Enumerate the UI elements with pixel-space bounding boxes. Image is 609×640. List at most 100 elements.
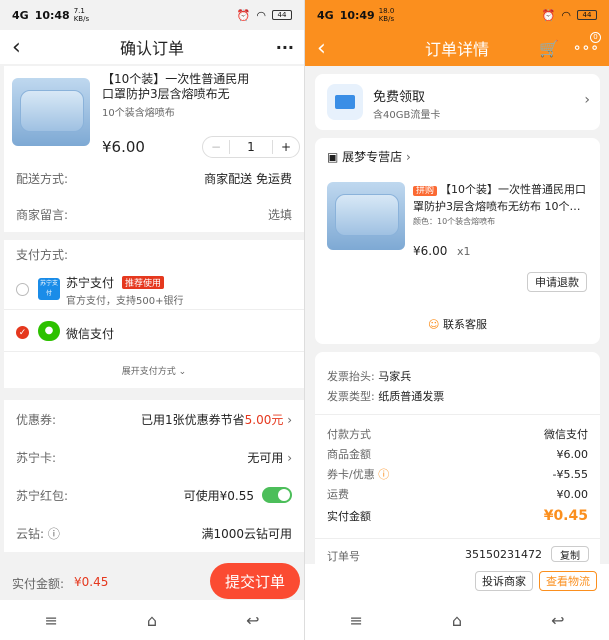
product-title-block[interactable]: 拼购 【10个装】一次性普通民用口罩防护3层含熔喷布无纺布 10个…	[413, 182, 589, 215]
menu-icon[interactable]: ≡	[350, 611, 363, 630]
product-title: 【10个装】一次性普通民用口罩防护3层含熔喷布无纺布 10个…	[413, 183, 587, 213]
signal-icon: 4G	[12, 8, 29, 22]
expand-payment-link[interactable]: 展开支付方式 ⌄	[4, 364, 304, 377]
suning-radio[interactable]	[16, 283, 29, 296]
diamond-label: 云钻:	[16, 526, 45, 541]
product-price: ¥6.00	[413, 244, 448, 258]
status-time: 10:48	[34, 8, 70, 22]
back-nav-icon[interactable]: ↩	[551, 611, 564, 630]
checkout-bar: 实付金额: ¥0.45 提交订单	[0, 560, 304, 604]
refund-button[interactable]: 申请退款	[527, 272, 587, 292]
contact-service-button[interactable]: ☺ 联系客服	[315, 316, 600, 332]
wechat-radio[interactable]: ✓	[16, 326, 29, 339]
right-screen: 4G 10:49 18.0 KB/s ⏰ ◠ 44 ‹ 订单详情 🛒 ∘∘∘ 0 免…	[305, 0, 609, 640]
cart-icon[interactable]: 🛒	[539, 39, 559, 58]
wechat-pay-option[interactable]: ✓ ● 微信支付	[4, 312, 304, 352]
shipping-value: ¥0.00	[556, 487, 589, 501]
promo-title: 免费领取	[373, 90, 426, 105]
store-card: ▣ 展梦专营店 › 拼购 【10个装】一次性普通民用口罩防护3层含熔喷布无纺布 1…	[315, 138, 600, 344]
goods-amount-label: 商品金额	[327, 448, 371, 461]
product-card: 【10个装】一次性普通民用口罩防护3层含熔喷布无 10个装含熔喷布 ¥6.00 …	[4, 66, 304, 160]
system-nav-bar: ≡ ⌂ ↩	[0, 600, 304, 640]
product-image[interactable]	[327, 182, 405, 250]
back-icon[interactable]: ‹	[12, 35, 21, 60]
store-icon: ▣	[327, 150, 343, 164]
chevron-right-icon: ›	[283, 412, 292, 427]
diamond-row: 云钻: ⓘ 满1000云钻可用	[4, 514, 304, 552]
pay-method-label: 付款方式	[327, 428, 371, 441]
actual-pay-label: 实付金额	[327, 510, 371, 523]
back-icon[interactable]: ‹	[317, 36, 326, 61]
chevron-right-icon: ›	[283, 450, 292, 465]
home-icon[interactable]: ⌂	[147, 611, 157, 630]
submit-order-button[interactable]: 提交订单	[210, 563, 300, 599]
view-logistics-button[interactable]: 查看物流	[539, 571, 597, 591]
wifi-icon: ◠	[561, 8, 571, 22]
info-icon[interactable]: ⓘ	[48, 527, 60, 541]
product-price: ¥6.00	[102, 138, 145, 156]
suning-card-label: 苏宁卡:	[16, 450, 57, 465]
product-variant: 10个装含熔喷布	[102, 108, 175, 119]
store-name: 展梦专营店	[342, 150, 403, 164]
redpacket-toggle[interactable]	[262, 487, 292, 503]
shipping-label: 运费	[327, 488, 349, 501]
message-label: 商家留言:	[16, 207, 69, 222]
chevron-right-icon: ›	[402, 150, 411, 164]
alarm-icon: ⏰	[541, 8, 556, 22]
promo-subtitle: 含40GB流量卡	[373, 110, 441, 121]
pay-method-value: 微信支付	[544, 428, 588, 441]
invoice-type-value: 纸质普通发票	[378, 390, 445, 403]
delivery-value: 商家配送 免运费	[204, 171, 292, 186]
system-nav-bar: ≡ ⌂ ↩	[305, 600, 609, 640]
order-number-value: 35150231472	[465, 548, 542, 561]
coupon-amount: 5.00元	[244, 412, 284, 427]
redpacket-row: 苏宁红包: 可使用¥0.55	[4, 476, 304, 514]
delivery-row[interactable]: 配送方式: 商家配送 免运费	[4, 160, 304, 196]
net-speed: 18.0 KB/s	[378, 7, 395, 23]
payment-section: 支付方式: 苏宁支付 苏宁支付 推荐使用 官方支付，支持500+银行 ✓ ● 微…	[4, 240, 304, 388]
header-bar: ‹ 订单详情 🛒 ∘∘∘ 0	[305, 30, 609, 66]
status-bar: 4G 10:49 18.0 KB/s ⏰ ◠ 44	[305, 0, 609, 30]
menu-icon[interactable]: ≡	[45, 611, 58, 630]
complain-button[interactable]: 投诉商家	[475, 571, 533, 591]
action-bar: 投诉商家 查看物流	[305, 564, 609, 600]
goods-amount-value: ¥6.00	[556, 447, 589, 461]
copy-button[interactable]: 复制	[551, 546, 589, 562]
home-icon[interactable]: ⌂	[452, 611, 462, 630]
back-nav-icon[interactable]: ↩	[246, 611, 259, 630]
header-bar: ‹ 确认订单 ···	[0, 30, 304, 64]
wechat-pay-name: 微信支付	[66, 327, 115, 341]
alarm-icon: ⏰	[236, 8, 251, 22]
page-title: 订单详情	[424, 40, 489, 59]
suning-pay-option[interactable]: 苏宁支付 苏宁支付 推荐使用 官方支付，支持500+银行	[4, 264, 304, 310]
redpacket-label: 苏宁红包:	[16, 488, 69, 503]
plus-button[interactable]: +	[273, 140, 299, 154]
invoice-title-value: 马家兵	[378, 370, 412, 383]
redpacket-value: 可使用¥0.55	[183, 488, 254, 503]
wechat-pay-icon: ●	[38, 321, 60, 341]
more-icon[interactable]: ···	[276, 38, 294, 57]
coupon-row[interactable]: 优惠券: 已用1张优惠券节省5.00元 ›	[4, 400, 304, 438]
headset-icon: ☺	[428, 318, 443, 331]
discount-value: -¥5.55	[552, 467, 588, 481]
store-link[interactable]: ▣ 展梦专营店 ›	[327, 148, 411, 165]
product-image[interactable]	[12, 78, 90, 146]
contact-service-label: 联系客服	[442, 318, 487, 331]
minus-button[interactable]: −	[203, 140, 229, 154]
coupon-value: 已用1张优惠券节省	[141, 412, 245, 427]
quantity-input[interactable]: 1	[229, 140, 273, 154]
suning-card-row[interactable]: 苏宁卡: 无可用 ›	[4, 438, 304, 476]
signal-icon: 4G	[317, 8, 334, 22]
suning-pay-name: 苏宁支付	[66, 276, 115, 290]
net-speed: 7.1 KB/s	[73, 7, 90, 23]
message-row[interactable]: 商家留言: 选填	[4, 196, 304, 232]
page-title: 确认订单	[119, 39, 184, 58]
total-amount: ¥0.45	[74, 575, 109, 589]
quantity-stepper: − 1 +	[202, 136, 300, 158]
promo-card[interactable]: 免费领取 含40GB流量卡 ›	[315, 74, 600, 130]
info-icon[interactable]: ⓘ	[378, 468, 389, 481]
status-bar: 4G 10:48 7.1 KB/s ⏰ ◠ 44	[0, 0, 304, 30]
message-input[interactable]: 选填	[268, 206, 292, 223]
actual-pay-value: ¥0.45	[543, 508, 588, 524]
product-qty: x1	[457, 245, 471, 258]
